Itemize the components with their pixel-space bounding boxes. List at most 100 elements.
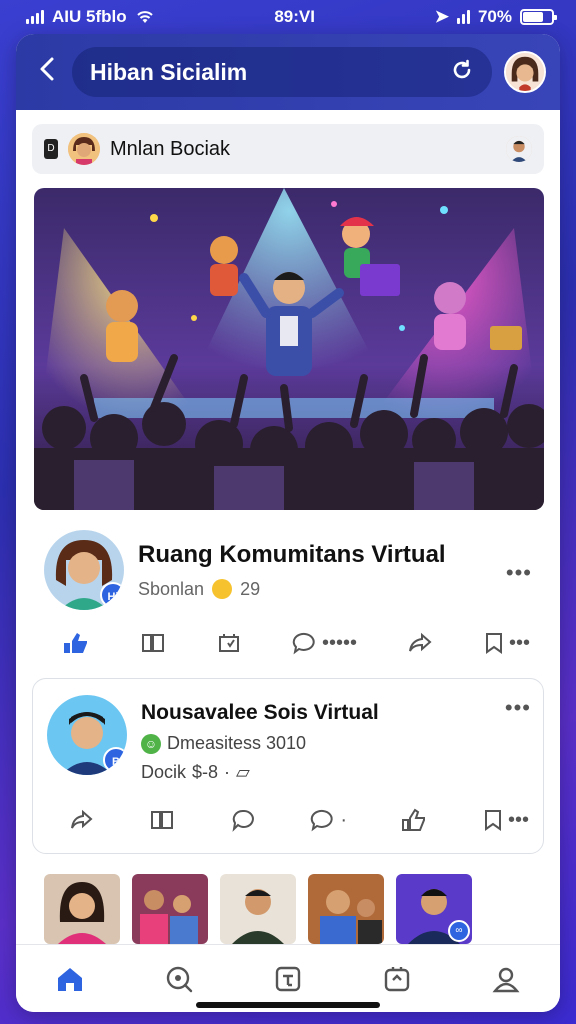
nav-add[interactable]	[268, 959, 308, 999]
concert-illustration	[34, 188, 544, 510]
card-book-button[interactable]	[149, 809, 175, 831]
group-avatar	[68, 133, 100, 165]
comment-button[interactable]: •••••	[292, 631, 357, 655]
wifi-icon	[136, 11, 153, 23]
dot-separator: ·	[224, 762, 231, 782]
nav-profile[interactable]	[486, 959, 526, 999]
user-avatar[interactable]	[504, 51, 546, 93]
card-line-2-label: Docik	[141, 762, 187, 782]
comment-icon	[311, 809, 334, 832]
group-badge: D	[44, 139, 58, 159]
card-title: Nousavalee Sois Virtual	[141, 701, 379, 724]
group-name: Mnlan Bociak	[110, 137, 231, 160]
status-left: AIU 5fblo	[26, 7, 155, 27]
top-bar: Hiban Sicialim	[16, 34, 560, 110]
post-title: Ruang Komumitans Virtual	[138, 540, 446, 568]
status-right: ➤ 70%	[434, 7, 557, 27]
post-author: Sbonlan	[138, 578, 205, 599]
hero-image[interactable]	[34, 188, 544, 510]
card-header: B Nousavalee Sois Virtual ☺ Dmeasitess 3…	[47, 695, 529, 783]
bottom-nav	[16, 944, 560, 1012]
like-icon	[402, 808, 426, 831]
tag-icon	[232, 809, 254, 832]
story-item[interactable]	[44, 874, 120, 944]
post-avatar[interactable]: Hi	[44, 530, 124, 610]
card-line-2-value: $-8	[192, 762, 219, 782]
more-options-button[interactable]: •••	[506, 560, 532, 586]
notification-icon	[384, 966, 409, 991]
smile-icon: ☺	[141, 733, 161, 754]
carrier-text: AIU 5fblo	[52, 7, 127, 26]
post-header: Hi Ruang Komumitans Virtual Sbonlan 29	[32, 530, 544, 610]
post-info: Ruang Komumitans Virtual Sbonlan 29	[138, 541, 544, 600]
save-icon	[218, 634, 239, 652]
location-icon: ➤	[434, 7, 449, 26]
card-bookmark-button[interactable]: •••	[482, 808, 529, 832]
share-arrow-icon	[71, 809, 93, 829]
book-icon	[141, 634, 164, 652]
avatar-image	[506, 53, 544, 91]
post-actions: ••••• •••	[32, 628, 544, 658]
bookmark-button[interactable]: •••	[483, 631, 530, 655]
battery-fill	[523, 12, 543, 22]
card-avatar-badge: B	[103, 747, 127, 773]
book-button[interactable]	[140, 632, 166, 654]
app-frame: Hiban Sicialim D Mnlan Bociak Hi Ruang K…	[16, 34, 560, 1012]
lock-icon: ▱	[236, 762, 250, 782]
bookmark-more: •••	[508, 631, 530, 654]
home-indicator	[196, 1002, 380, 1008]
card-bookmark-more: •••	[507, 808, 529, 831]
signal-icon-right	[456, 10, 470, 24]
story-item[interactable]	[308, 874, 384, 944]
like-button[interactable]	[62, 631, 90, 655]
nav-home[interactable]	[50, 959, 90, 999]
card-line-2: Docik $-8 · ▱	[141, 762, 529, 783]
post-count: 29	[240, 578, 261, 599]
add-icon	[275, 966, 301, 991]
comment-more: •••••	[321, 631, 357, 654]
post-subtitle: Sbonlan 29	[138, 579, 544, 600]
story-item[interactable]: ∞	[396, 874, 472, 944]
emoji-icon	[212, 579, 233, 599]
card-line-1: ☺ Dmeasitess 3010	[141, 733, 529, 754]
story-item[interactable]	[132, 874, 208, 944]
card-like-button[interactable]	[401, 808, 427, 832]
title-pill: Hiban Sicialim	[72, 47, 492, 97]
profile-icon	[492, 967, 520, 992]
stories-row: ∞	[44, 874, 544, 944]
group-member-avatar[interactable]	[506, 136, 532, 162]
battery-percent: 70%	[477, 7, 512, 26]
refresh-icon	[453, 59, 471, 79]
search-icon	[166, 966, 193, 992]
card-info: Nousavalee Sois Virtual ☺ Dmeasitess 301…	[141, 695, 529, 783]
back-button[interactable]	[34, 56, 60, 88]
nav-notifications[interactable]	[377, 959, 417, 999]
home-icon	[58, 967, 83, 991]
avatar-badge: Hi	[100, 582, 124, 608]
card-actions: · •••	[47, 805, 529, 835]
group-bar[interactable]: D Mnlan Bociak	[32, 124, 544, 174]
bookmark-icon	[485, 633, 502, 654]
bookmark-icon	[484, 810, 501, 831]
card-share-button[interactable]	[69, 808, 95, 832]
share-badge-icon: ∞	[448, 920, 470, 942]
refresh-button[interactable]	[450, 58, 474, 86]
save-button[interactable]	[216, 631, 242, 655]
page-title: Hiban Sicialim	[90, 58, 248, 85]
status-bar: AIU 5fblo 89:VI ➤ 70%	[0, 0, 576, 34]
post-ruang[interactable]: Hi Ruang Komumitans Virtual Sbonlan 29 •…	[32, 530, 544, 658]
like-icon	[64, 633, 87, 653]
share-icon	[408, 632, 432, 652]
share-button[interactable]	[407, 631, 433, 655]
card-tag-button[interactable]	[230, 808, 256, 832]
chevron-left-icon	[40, 57, 54, 81]
signal-icon	[26, 10, 44, 24]
story-item[interactable]	[220, 874, 296, 944]
card-comment-button[interactable]: ·	[310, 808, 347, 832]
card-more-button[interactable]: •••	[505, 695, 531, 721]
card-avatar[interactable]: B	[47, 695, 127, 775]
nav-search[interactable]	[159, 959, 199, 999]
comment-dot: ·	[340, 808, 348, 831]
card-line-1-text: Dmeasitess 3010	[167, 733, 307, 753]
post-card-nousavalee[interactable]: B Nousavalee Sois Virtual ☺ Dmeasitess 3…	[32, 678, 544, 854]
